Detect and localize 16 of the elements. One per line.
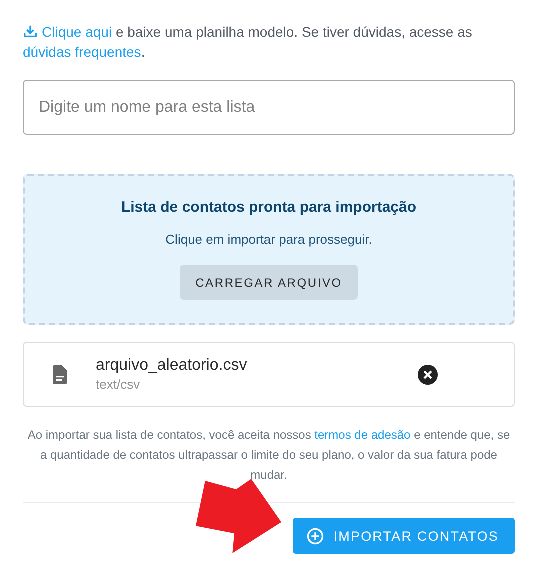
faq-link[interactable]: dúvidas frequentes — [23, 44, 142, 60]
terms-text: Ao importar sua lista de contatos, você aceita nossos termos de adesão e entende que, se a quantidade de contatos ultrapassar o limite do seu plano, o valor da sua fatura pode mudar. — [26, 427, 512, 484]
dropzone-subtitle: Clique em importar para prosseguir. — [166, 232, 372, 247]
file-name: arquivo_aleatorio.csv — [96, 357, 248, 375]
file-icon — [52, 364, 68, 384]
terms-link[interactable]: termos de adesão — [314, 428, 411, 442]
remove-icon[interactable] — [418, 364, 438, 384]
file-type: text/csv — [96, 377, 142, 392]
download-link[interactable]: Clique aqui — [42, 24, 112, 40]
dropzone-title: Lista de contatos pronta para importação — [121, 199, 417, 216]
add-icon — [306, 528, 324, 544]
upload-file-button[interactable]: CARREGAR ARQUIVO — [180, 265, 358, 300]
list-name-field[interactable]: Digite um nome para esta lista — [23, 80, 515, 135]
download-icon — [23, 24, 38, 39]
import-contacts-button[interactable]: IMPORTAR CONTATOS — [292, 518, 515, 554]
intro-text: Clique aqui e baixe uma planilha modelo. Se tiver dúvidas, acesse as dúvidas frequentes. — [23, 23, 474, 62]
